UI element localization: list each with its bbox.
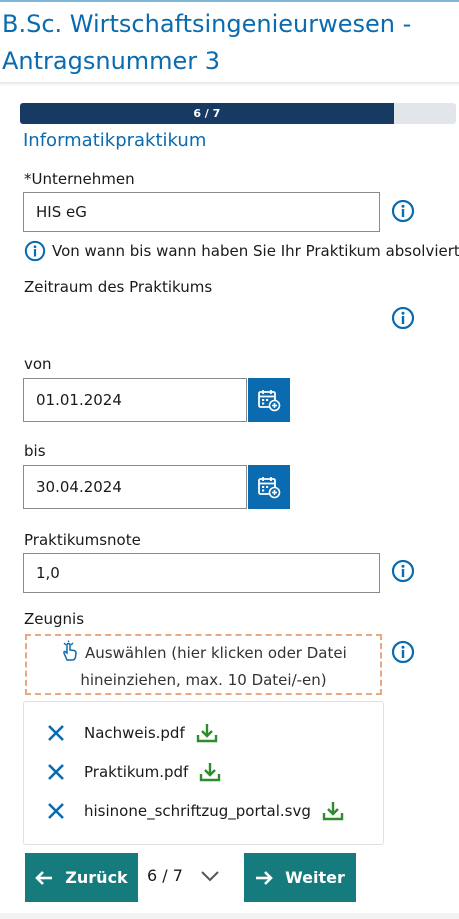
company-label: *Unternehmen bbox=[24, 170, 135, 188]
info-icon[interactable] bbox=[391, 559, 415, 583]
period-label: Zeitraum des Praktikums bbox=[24, 278, 213, 296]
close-icon[interactable] bbox=[46, 723, 66, 743]
file-name[interactable]: Nachweis.pdf bbox=[84, 724, 185, 742]
info-icon[interactable] bbox=[391, 640, 415, 664]
company-input[interactable]: HIS eG bbox=[23, 192, 380, 232]
chevron-down-icon[interactable] bbox=[198, 864, 222, 888]
back-button[interactable]: Zurück bbox=[25, 853, 138, 902]
info-icon bbox=[24, 240, 46, 262]
download-icon[interactable] bbox=[198, 761, 222, 783]
top-accent-line bbox=[0, 0, 459, 2]
to-calendar-button[interactable] bbox=[248, 465, 290, 509]
page-title: B.Sc. Wirtschaftsingenieurwesen - Antrag… bbox=[2, 6, 457, 80]
certificate-label: Zeugnis bbox=[24, 610, 85, 628]
period-hint-text: Von wann bis wann haben Sie Ihr Praktiku… bbox=[52, 242, 459, 260]
dropzone-text-2: hineinziehen, max. 10 Datei/-en) bbox=[80, 671, 327, 689]
to-date-input[interactable]: 30.04.2024 bbox=[23, 465, 247, 509]
file-item: Nachweis.pdf bbox=[46, 720, 219, 746]
next-button-label: Weiter bbox=[285, 868, 345, 887]
info-icon[interactable] bbox=[391, 306, 415, 330]
page-title-line1: B.Sc. Wirtschaftsingenieurwesen - bbox=[2, 10, 412, 38]
from-label: von bbox=[24, 355, 52, 373]
to-label: bis bbox=[24, 442, 46, 460]
close-icon[interactable] bbox=[46, 801, 66, 821]
download-icon[interactable] bbox=[321, 800, 345, 822]
card-divider bbox=[0, 82, 459, 86]
download-icon[interactable] bbox=[195, 722, 219, 744]
arrow-right-icon bbox=[256, 870, 273, 885]
page-title-line2: Antragsnummer 3 bbox=[2, 47, 221, 75]
section-title: Informatikpraktikum bbox=[23, 130, 207, 151]
progress-bar: 6 / 7 bbox=[20, 103, 456, 124]
file-name[interactable]: hisinone_schriftzug_portal.svg bbox=[84, 802, 311, 820]
bottom-edge bbox=[0, 913, 459, 919]
file-list: Nachweis.pdf Praktikum.pdf hisinone_schr… bbox=[23, 701, 384, 845]
dropzone-line1: Auswählen (hier klicken oder Datei bbox=[27, 640, 380, 667]
from-calendar-button[interactable] bbox=[248, 378, 290, 422]
from-date-input[interactable]: 01.01.2024 bbox=[23, 378, 247, 422]
page-indicator: 6 / 7 bbox=[147, 866, 183, 885]
grade-input[interactable]: 1,0 bbox=[23, 553, 380, 593]
back-button-label: Zurück bbox=[65, 868, 128, 887]
arrow-left-icon bbox=[35, 870, 53, 885]
dropzone-text-1: Auswählen (hier klicken oder Datei bbox=[85, 644, 347, 662]
file-item: hisinone_schriftzug_portal.svg bbox=[46, 798, 345, 824]
calendar-add-icon bbox=[258, 390, 281, 412]
file-item: Praktikum.pdf bbox=[46, 759, 222, 785]
close-icon[interactable] bbox=[46, 762, 66, 782]
next-button[interactable]: Weiter bbox=[244, 853, 356, 902]
progress-fill: 6 / 7 bbox=[20, 103, 394, 124]
file-dropzone[interactable]: Auswählen (hier klicken oder Datei hinei… bbox=[25, 634, 382, 695]
file-name[interactable]: Praktikum.pdf bbox=[84, 763, 188, 781]
hand-pointer-icon bbox=[63, 640, 78, 661]
info-icon[interactable] bbox=[391, 199, 415, 223]
calendar-add-icon bbox=[258, 477, 281, 499]
grade-label: Praktikumsnote bbox=[24, 531, 141, 549]
period-hint: Von wann bis wann haben Sie Ihr Praktiku… bbox=[24, 240, 459, 262]
